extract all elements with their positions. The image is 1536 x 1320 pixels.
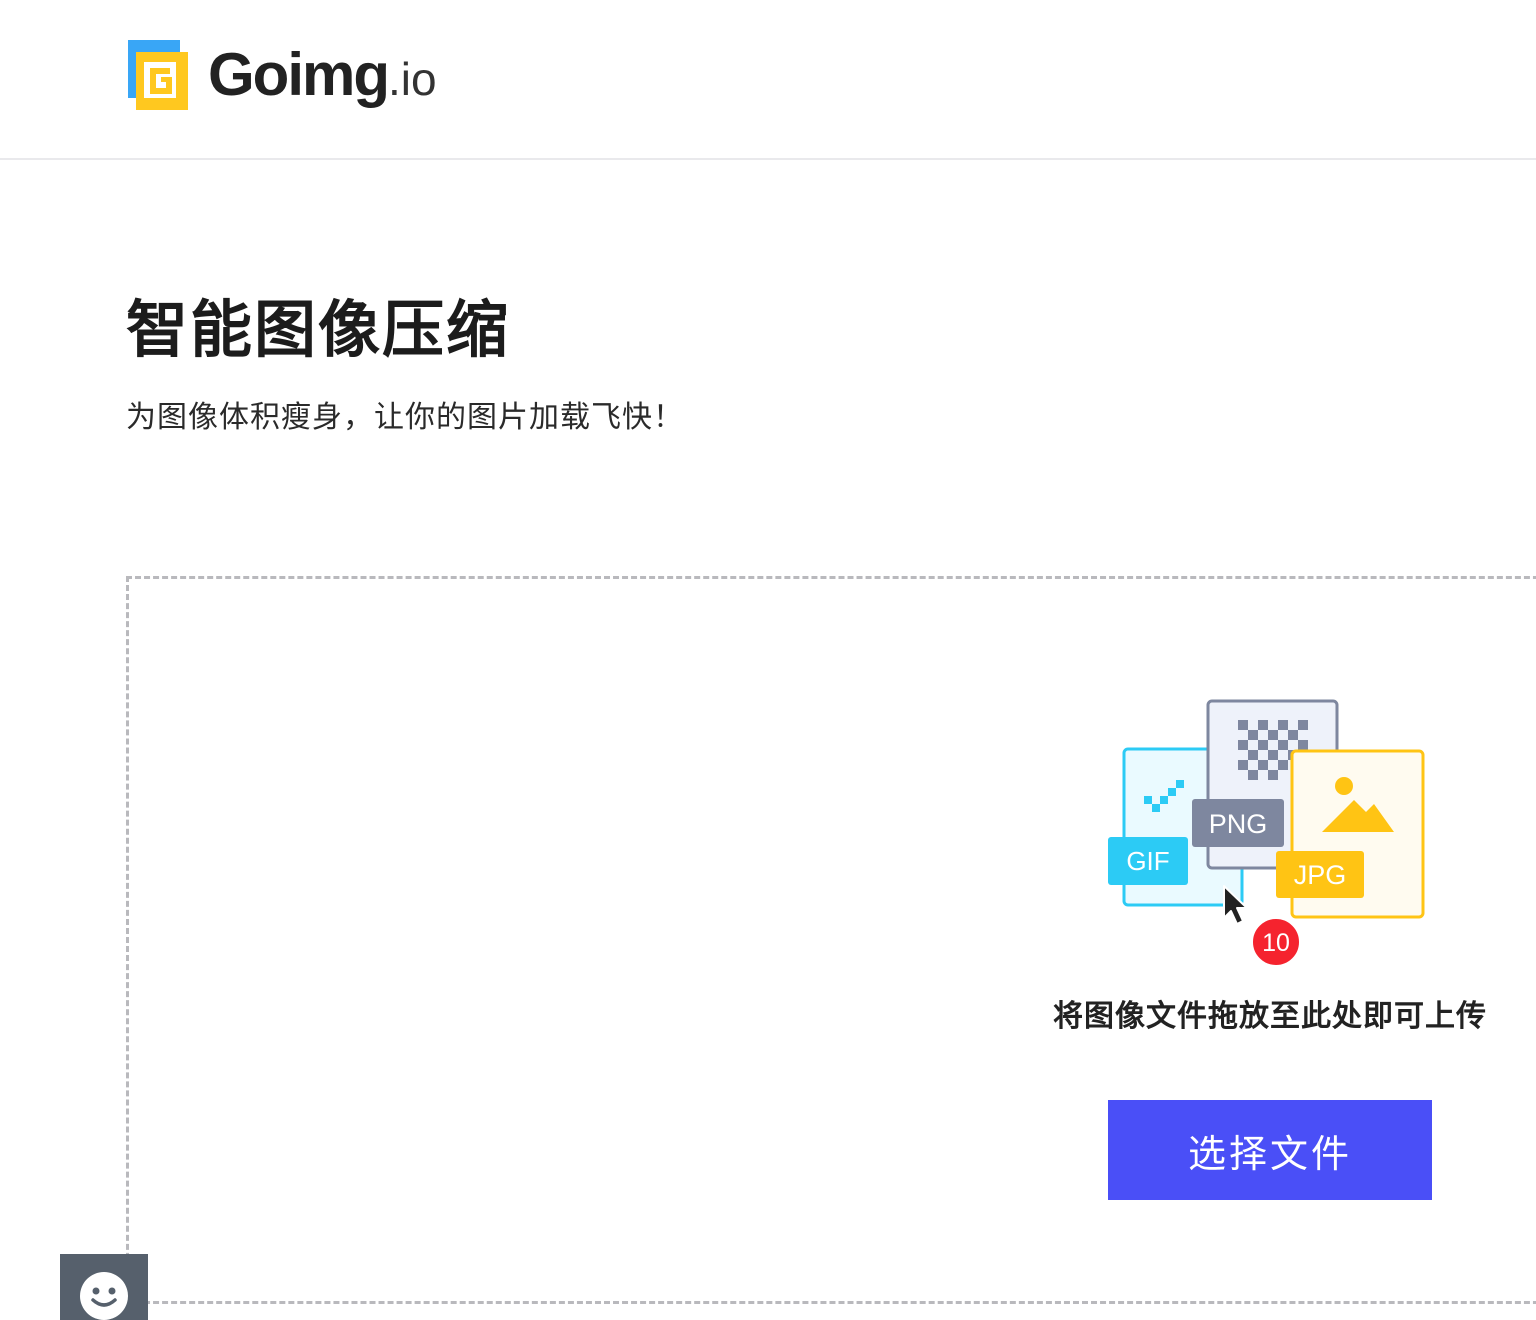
- feedback-widget-button[interactable]: [60, 1254, 148, 1320]
- logo-link[interactable]: Goimg .io: [128, 40, 437, 110]
- upload-illustration: GIF PNG JPG 10: [1108, 699, 1425, 967]
- file-count-text: 10: [1262, 929, 1290, 957]
- goimg-logo-icon: [128, 40, 188, 110]
- logo-wordmark: Goimg: [208, 41, 390, 108]
- page-subtitle: 为图像体积瘦身，让你的图片加载飞快！: [126, 400, 684, 435]
- site-header: Goimg .io: [0, 0, 1536, 160]
- page-title: 智能图像压缩: [126, 293, 511, 366]
- choose-file-button[interactable]: 选择文件: [1108, 1100, 1432, 1200]
- png-label: PNG: [1209, 809, 1268, 839]
- gif-label: GIF: [1126, 846, 1169, 876]
- smiley-face-icon: [80, 1272, 128, 1320]
- jpg-label: JPG: [1294, 860, 1347, 890]
- logo-domain-suffix: .io: [388, 53, 437, 105]
- drop-hint-text: 将图像文件拖放至此处即可上传: [1053, 999, 1487, 1034]
